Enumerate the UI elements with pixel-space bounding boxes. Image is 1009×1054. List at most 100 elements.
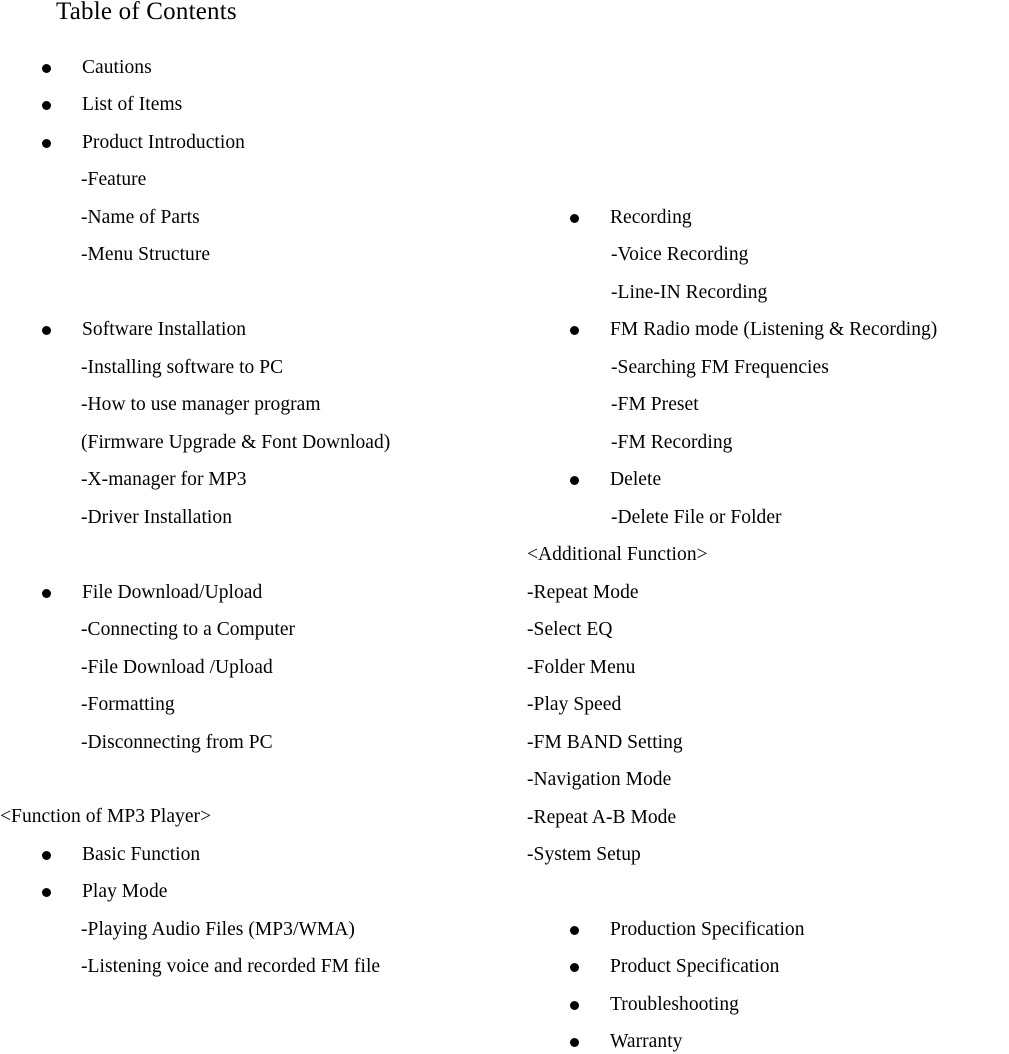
toc-subentry-connecting-to-a-computer[interactable]: -Connecting to a Computer: [81, 618, 295, 642]
bullet-icon: [42, 64, 51, 73]
toc-subentry-label: -FM Recording: [611, 432, 733, 453]
toc-subentry-feature[interactable]: -Feature: [81, 168, 146, 192]
toc-subentry-label: -Play Speed: [527, 694, 622, 715]
toc-subentry-name-of-parts[interactable]: -Name of Parts: [81, 206, 200, 230]
toc-subentry-disconnecting-from-pc[interactable]: -Disconnecting from PC: [81, 731, 273, 755]
toc-subentry-how-to-use-manager-program[interactable]: -How to use manager program: [81, 393, 321, 417]
toc-subentry-folder-menu[interactable]: -Folder Menu: [527, 656, 635, 680]
toc-subentry-fm-preset[interactable]: -FM Preset: [611, 393, 699, 417]
toc-subentry-play-speed[interactable]: -Play Speed: [527, 693, 621, 717]
toc-subentry-installing-software-to-pc[interactable]: -Installing software to PC: [81, 356, 283, 380]
toc-entry-product-specification[interactable]: Product Specification: [570, 955, 779, 979]
bullet-icon: [570, 926, 579, 935]
toc-heading-additional-function: <Additional Function>: [527, 543, 708, 567]
toc-entry-label: Troubleshooting: [610, 994, 739, 1015]
bullet-icon: [570, 326, 579, 335]
toc-heading-label: <Function of MP3 Player>: [0, 806, 212, 827]
toc-entry-label: Basic Function: [82, 844, 201, 865]
bullet-icon: [570, 1038, 579, 1047]
toc-entry-label: Play Mode: [82, 881, 168, 902]
toc-subentry-label: -Delete File or Folder: [611, 507, 782, 528]
toc-entry-label: File Download/Upload: [82, 582, 263, 603]
toc-subentry-label: -Select EQ: [527, 619, 613, 640]
toc-entry-software-installation[interactable]: Software Installation: [42, 318, 246, 342]
toc-subentry-playing-audio-files-mp3-wma[interactable]: -Playing Audio Files (MP3/WMA): [81, 918, 355, 942]
bullet-icon: [570, 214, 579, 223]
page-title: Table of Contents: [56, 0, 237, 25]
toc-heading-label: (Firmware Upgrade & Font Download): [81, 432, 391, 453]
toc-subentry-label: -Listening voice and recorded FM file: [81, 956, 381, 977]
toc-subentry-repeat-a-b-mode[interactable]: -Repeat A-B Mode: [527, 806, 676, 830]
toc-subentry-fm-recording[interactable]: -FM Recording: [611, 431, 732, 455]
toc-entry-file-download-upload[interactable]: File Download/Upload: [42, 581, 262, 605]
toc-entry-label: List of Items: [82, 94, 183, 115]
toc-entry-label: Cautions: [82, 57, 152, 78]
toc-subentry-label: -X-manager for MP3: [81, 469, 247, 490]
toc-subentry-label: -How to use manager program: [81, 394, 321, 415]
toc-heading-firmware-upgrade-font-download: (Firmware Upgrade & Font Download): [81, 431, 390, 455]
toc-subentry-driver-installation[interactable]: -Driver Installation: [81, 506, 232, 530]
toc-subentry-label: -Searching FM Frequencies: [611, 357, 829, 378]
toc-entry-warranty[interactable]: Warranty: [570, 1030, 682, 1054]
toc-subentry-fm-band-setting[interactable]: -FM BAND Setting: [527, 731, 683, 755]
toc-subentry-label: -Name of Parts: [81, 207, 200, 228]
toc-entry-list-of-items[interactable]: List of Items: [42, 93, 182, 117]
toc-subentry-select-eq[interactable]: -Select EQ: [527, 618, 613, 642]
toc-subentry-label: -Voice Recording: [611, 244, 749, 265]
toc-subentry-label: -Line-IN Recording: [611, 282, 768, 303]
toc-entry-production-specification[interactable]: Production Specification: [570, 918, 805, 942]
toc-subentry-repeat-mode[interactable]: -Repeat Mode: [527, 581, 639, 605]
toc-subentry-label: -Repeat A-B Mode: [527, 807, 677, 828]
toc-subentry-label: -Menu Structure: [81, 244, 211, 265]
toc-subentry-label: -Feature: [81, 169, 147, 190]
toc-subentry-label: -Navigation Mode: [527, 769, 672, 790]
toc-subentry-x-manager-for-mp3[interactable]: -X-manager for MP3: [81, 468, 247, 492]
toc-entry-label: Product Specification: [610, 956, 780, 977]
toc-entry-label: Software Installation: [82, 319, 247, 340]
toc-subentry-system-setup[interactable]: -System Setup: [527, 843, 641, 867]
toc-subentry-file-download-upload[interactable]: -File Download /Upload: [81, 656, 273, 680]
bullet-icon: [42, 888, 51, 897]
toc-subentry-formatting[interactable]: -Formatting: [81, 693, 175, 717]
toc-entry-label: Production Specification: [610, 919, 805, 940]
toc-entry-delete[interactable]: Delete: [570, 468, 661, 492]
toc-subentry-label: -Playing Audio Files (MP3/WMA): [81, 919, 355, 940]
toc-subentry-voice-recording[interactable]: -Voice Recording: [611, 243, 748, 267]
toc-subentry-label: -Disconnecting from PC: [81, 732, 273, 753]
toc-subentry-listening-voice-and-recorded-fm-file[interactable]: -Listening voice and recorded FM file: [81, 955, 380, 979]
toc-subentry-label: -Installing software to PC: [81, 357, 284, 378]
toc-entry-label: FM Radio mode (Listening & Recording): [610, 319, 938, 340]
bullet-icon: [42, 851, 51, 860]
toc-entry-cautions[interactable]: Cautions: [42, 56, 152, 80]
toc-subentry-delete-file-or-folder[interactable]: -Delete File or Folder: [611, 506, 782, 530]
toc-subentry-label: -Connecting to a Computer: [81, 619, 296, 640]
toc-subentry-label: -System Setup: [527, 844, 641, 865]
toc-subentry-navigation-mode[interactable]: -Navigation Mode: [527, 768, 671, 792]
bullet-icon: [570, 963, 579, 972]
toc-subentry-menu-structure[interactable]: -Menu Structure: [81, 243, 210, 267]
bullet-icon: [570, 476, 579, 485]
toc-subentry-label: -File Download /Upload: [81, 657, 273, 678]
bullet-icon: [42, 101, 51, 110]
toc-subentry-label: -FM Preset: [611, 394, 699, 415]
toc-entry-play-mode[interactable]: Play Mode: [42, 880, 168, 904]
toc-heading-label: <Additional Function>: [527, 544, 708, 565]
toc-entry-basic-function[interactable]: Basic Function: [42, 843, 200, 867]
toc-subentry-searching-fm-frequencies[interactable]: -Searching FM Frequencies: [611, 356, 829, 380]
toc-heading-function-of-mp3-player: <Function of MP3 Player>: [0, 805, 211, 829]
toc-entry-label: Recording: [610, 207, 692, 228]
document-page: Table of Contents Cautions List of Items P…: [0, 0, 1009, 1052]
toc-entry-recording[interactable]: Recording: [570, 206, 692, 230]
bullet-icon: [42, 326, 51, 335]
toc-entry-label: Delete: [610, 469, 662, 490]
toc-subentry-label: -Folder Menu: [527, 657, 636, 678]
toc-entry-label: Warranty: [610, 1031, 683, 1052]
bullet-icon: [42, 139, 51, 148]
toc-entry-fm-radio-mode-listening-recording[interactable]: FM Radio mode (Listening & Recording): [570, 318, 937, 342]
bullet-icon: [42, 589, 51, 598]
toc-subentry-label: -Formatting: [81, 694, 175, 715]
toc-subentry-line-in-recording[interactable]: -Line-IN Recording: [611, 281, 767, 305]
toc-entry-troubleshooting[interactable]: Troubleshooting: [570, 993, 739, 1017]
toc-entry-product-introduction[interactable]: Product Introduction: [42, 131, 245, 155]
toc-subentry-label: -Repeat Mode: [527, 582, 639, 603]
